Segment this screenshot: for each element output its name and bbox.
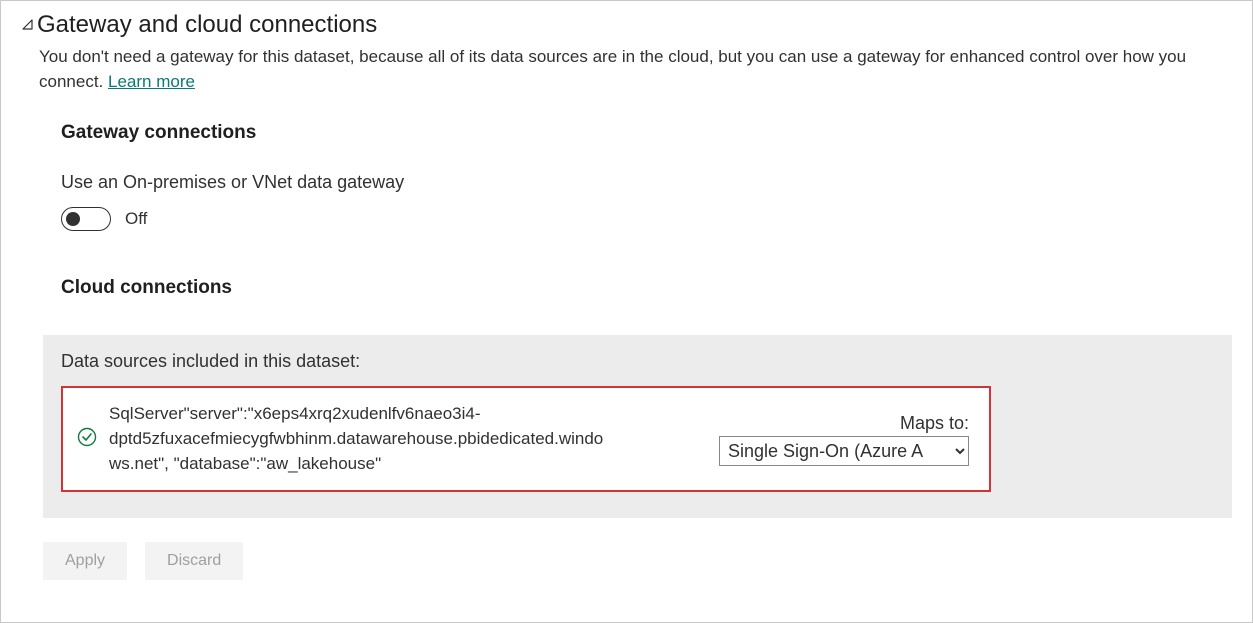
maps-to-label: Maps to:: [900, 413, 969, 434]
toggle-knob-icon: [66, 212, 80, 226]
gateway-toggle-row: Off: [61, 207, 1232, 231]
section-title: Gateway and cloud connections: [37, 11, 377, 39]
section-description: You don't need a gateway for this datase…: [21, 45, 1232, 94]
discard-button[interactable]: Discard: [145, 542, 243, 580]
gateway-toggle-label: Use an On-premises or VNet data gateway: [61, 172, 1232, 193]
section-header: Gateway and cloud connections: [21, 11, 1232, 39]
datasource-card: SqlServer"server":"x6eps4xrq2xudenlfv6na…: [61, 386, 991, 492]
gateway-toggle-state: Off: [125, 209, 147, 229]
gateway-cloud-panel: Gateway and cloud connections You don't …: [0, 0, 1253, 623]
datasource-text: SqlServer"server":"x6eps4xrq2xudenlfv6na…: [109, 402, 609, 476]
gateway-connections-title: Gateway connections: [61, 122, 1232, 144]
learn-more-link[interactable]: Learn more: [108, 72, 195, 91]
success-check-icon: [77, 427, 97, 452]
datasource-header: Data sources included in this dataset:: [61, 351, 1214, 372]
collapse-triangle-icon[interactable]: [21, 18, 35, 32]
gateway-subsection: Gateway connections Use an On-premises o…: [21, 122, 1232, 299]
maps-to-group: Maps to: Single Sign-On (Azure A: [719, 413, 969, 466]
button-row: Apply Discard: [43, 542, 1232, 580]
gateway-toggle[interactable]: [61, 207, 111, 231]
description-text: You don't need a gateway for this datase…: [39, 47, 1186, 91]
datasource-container: Data sources included in this dataset: S…: [43, 335, 1232, 518]
maps-to-select[interactable]: Single Sign-On (Azure A: [719, 436, 969, 466]
cloud-connections-title: Cloud connections: [61, 277, 1232, 299]
apply-button[interactable]: Apply: [43, 542, 127, 580]
